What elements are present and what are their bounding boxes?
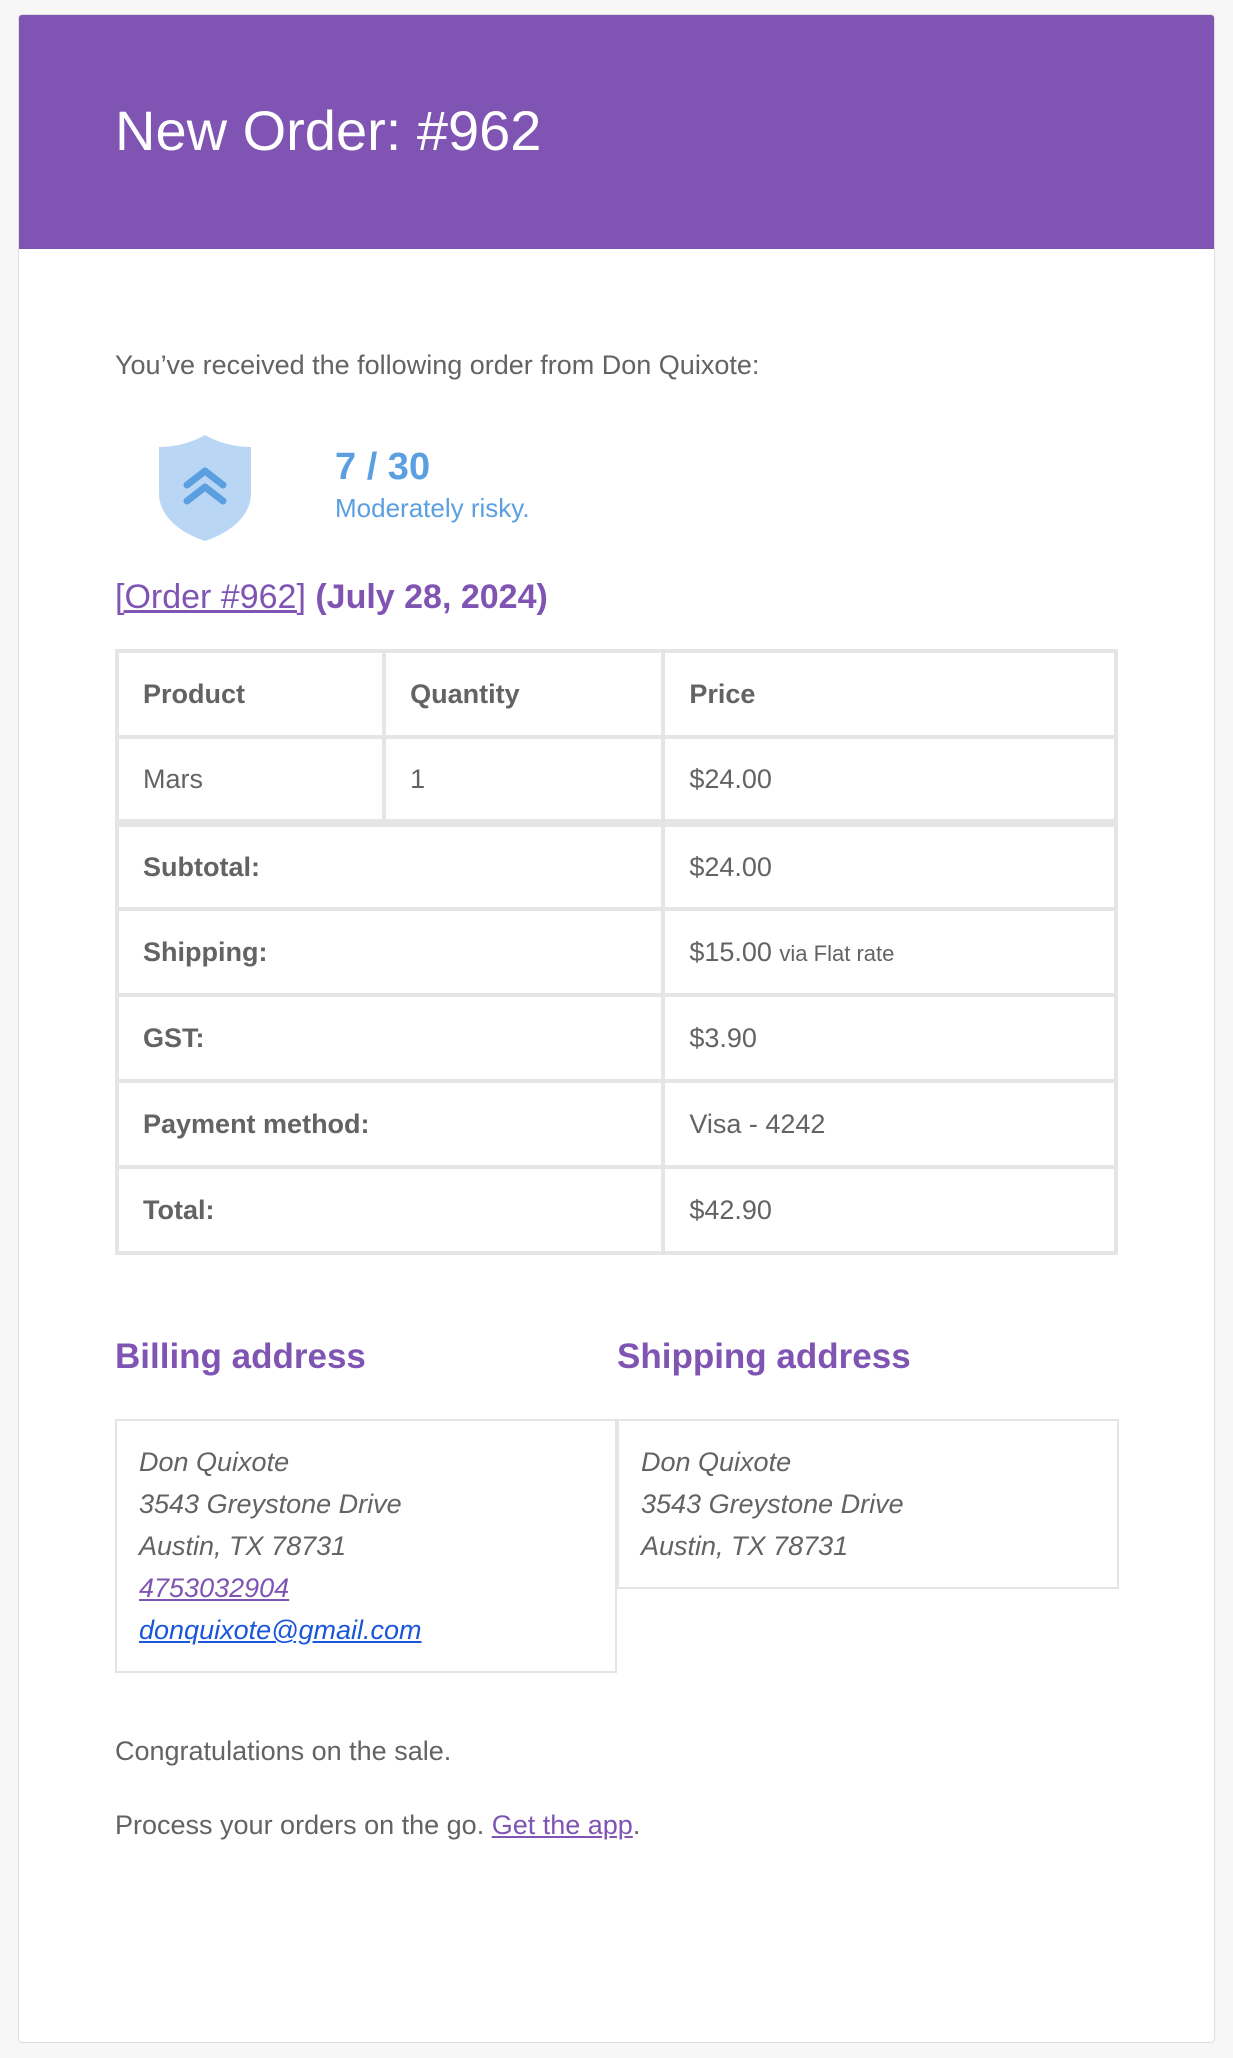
trailing-period: . (632, 1810, 641, 1840)
column-header-quantity: Quantity (382, 649, 666, 739)
email-header: New Order: #962 (19, 15, 1214, 249)
get-the-app-link[interactable]: Get the app (492, 1810, 633, 1840)
fraud-risk-panel: 7 / 30 Moderately risky. (115, 433, 1118, 573)
billing-city: Austin, TX 78731 (139, 1531, 347, 1561)
billing-address-heading: Billing address (115, 1337, 366, 1376)
totals-label: Total: (114, 1165, 666, 1255)
totals-row-total: Total: $42.90 (114, 1165, 1118, 1255)
order-heading: [Order #962] (July 28, 2024) (115, 575, 1118, 619)
totals-label: Subtotal: (114, 821, 666, 911)
shipping-address-box: Don Quixote 3543 Greystone Drive Austin,… (617, 1419, 1119, 1589)
shipping-method-note: via Flat rate (779, 940, 895, 966)
totals-value: $42.90 (661, 1165, 1118, 1255)
totals-value: $24.00 (661, 821, 1118, 911)
intro-text: You’ve received the following order from… (115, 350, 760, 380)
process-orders-label: Process your orders on the go. (115, 1810, 485, 1840)
email-card: New Order: #962 You’ve received the foll… (18, 14, 1215, 2043)
risk-label: Moderately risky. (335, 493, 530, 523)
totals-value-cell: $15.00 via Flat rate (661, 907, 1118, 997)
shield-chevron-up-icon (159, 435, 251, 541)
billing-name: Don Quixote (139, 1447, 290, 1477)
totals-value: Visa - 4242 (661, 1079, 1118, 1169)
billing-phone-link[interactable]: 4753032904 (139, 1573, 289, 1603)
process-orders-text: Process your orders on the go. Get the a… (115, 1805, 1118, 1845)
item-price: $24.00 (661, 735, 1118, 827)
totals-row-subtotal: Subtotal: $24.00 (114, 821, 1118, 911)
email-body: You’ve received the following order from… (19, 249, 1214, 1845)
totals-value: $3.90 (661, 993, 1118, 1083)
totals-label: GST: (114, 993, 666, 1083)
table-row: Mars 1 $24.00 (114, 735, 1118, 827)
totals-label: Payment method: (114, 1079, 666, 1169)
order-details-table: Product Quantity Price Mars 1 $24.00 Sub… (114, 649, 1118, 1255)
billing-address-column: Billing address Don Quixote 3543 Greysto… (115, 1335, 617, 1673)
item-product: Mars (114, 735, 387, 827)
shipping-address-heading: Shipping address (617, 1337, 911, 1376)
email-title: New Order: #962 (115, 99, 542, 162)
totals-row-gst: GST: $3.90 (114, 993, 1118, 1083)
billing-address-box: Don Quixote 3543 Greystone Drive Austin,… (115, 1419, 617, 1673)
billing-email-link[interactable]: donquixote@gmail.com (139, 1615, 422, 1645)
shipping-street: 3543 Greystone Drive (641, 1489, 904, 1519)
column-header-product: Product (114, 649, 387, 739)
totals-row-shipping: Shipping: $15.00 via Flat rate (114, 907, 1118, 997)
order-link[interactable]: [Order #962] (115, 578, 306, 616)
risk-score: 7 / 30 (335, 446, 431, 488)
column-header-price: Price (661, 649, 1118, 739)
addresses-section: Billing address Don Quixote 3543 Greysto… (115, 1335, 1119, 1695)
shipping-address-column: Shipping address Don Quixote 3543 Greyst… (617, 1335, 1119, 1589)
shipping-name: Don Quixote (641, 1447, 792, 1477)
table-header-row: Product Quantity Price (114, 649, 1118, 739)
order-date: (July 28, 2024) (315, 578, 548, 616)
totals-label: Shipping: (114, 907, 666, 997)
congratulations-text: Congratulations on the sale. (115, 1736, 452, 1766)
totals-row-payment-method: Payment method: Visa - 4242 (114, 1079, 1118, 1169)
item-quantity: 1 (382, 735, 666, 827)
shipping-city: Austin, TX 78731 (641, 1531, 849, 1561)
billing-street: 3543 Greystone Drive (139, 1489, 402, 1519)
totals-value: $15.00 (689, 936, 772, 967)
